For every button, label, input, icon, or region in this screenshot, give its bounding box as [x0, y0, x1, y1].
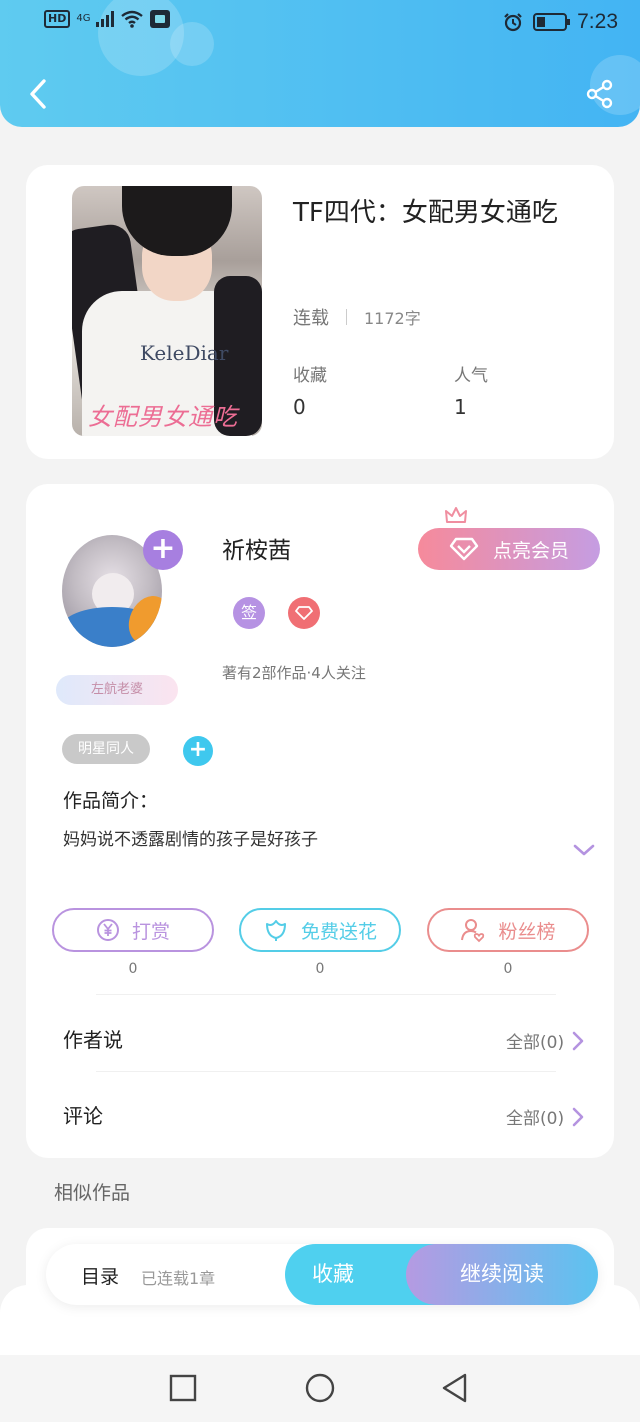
- system-nav-bar: [0, 1355, 640, 1422]
- book-title: TF四代：女配男女通吃: [293, 198, 558, 228]
- back-button[interactable]: [20, 74, 56, 114]
- app-notification-icon: [150, 10, 171, 28]
- chapter-info: 已连载1章: [141, 1269, 216, 1288]
- intro-label: 作品简介：: [63, 790, 159, 812]
- status-right: 7:23: [503, 10, 618, 34]
- book-cover[interactable]: KeleDiar 女配男女通吃: [72, 186, 262, 436]
- signed-badge: 签: [233, 597, 265, 629]
- table-of-contents-button[interactable]: 目录: [81, 1262, 119, 1289]
- comments-count: 全部(0): [506, 1109, 565, 1129]
- chevron-down-icon[interactable]: [572, 840, 596, 860]
- reward-count: 0: [128, 961, 138, 977]
- vip-button[interactable]: 点亮会员: [418, 528, 600, 570]
- cover-shirt-text: KeleDiar: [140, 341, 229, 365]
- chevron-right-icon: [572, 1031, 584, 1050]
- status-time: 7:23: [577, 10, 618, 33]
- add-tag-button[interactable]: +: [183, 736, 213, 766]
- divider: [96, 1071, 556, 1072]
- reward-button[interactable]: 打赏: [52, 908, 214, 952]
- avatar-tag: 左航老婆: [56, 675, 178, 705]
- top-header: HD 4G 7:23: [0, 0, 640, 127]
- battery-icon: [533, 13, 571, 31]
- yen-icon: [96, 919, 119, 941]
- word-count: 1172字: [364, 309, 421, 328]
- favorites-value: 0: [293, 395, 306, 419]
- wifi-icon: [121, 10, 144, 28]
- author-card: + 左航老婆 祈桉茜 点亮会员 签 著有2部作品·4人关注 明星同人 + 作品简…: [26, 484, 614, 1158]
- chevron-right-icon: [572, 1107, 584, 1126]
- comments-label[interactable]: 评论: [63, 1100, 103, 1129]
- popularity-label: 人气: [454, 366, 488, 386]
- comments-all-link[interactable]: 全部(0): [506, 1104, 584, 1129]
- share-icon: [586, 79, 613, 109]
- alarm-icon: [504, 13, 522, 32]
- diamond-icon: [449, 537, 479, 561]
- status-bar: HD 4G 7:23: [0, 0, 640, 44]
- send-flower-label: 免费送花: [300, 920, 377, 943]
- divider: [96, 994, 556, 995]
- book-meta: 连载 1172字: [293, 304, 421, 330]
- diamond-icon: [295, 606, 313, 620]
- favorites-label: 收藏: [293, 366, 327, 386]
- follow-author-button[interactable]: +: [143, 530, 183, 570]
- hd-badge: HD: [44, 10, 71, 28]
- status-left: HD 4G: [44, 10, 171, 28]
- cover-caption: 女配男女通吃: [88, 403, 238, 431]
- crown-icon: [445, 507, 467, 523]
- author-says-count: 全部(0): [506, 1033, 565, 1053]
- recent-apps-icon[interactable]: [166, 1371, 200, 1405]
- book-info-card: KeleDiar 女配男女通吃 TF四代：女配男女通吃 连载 1172字 收藏 …: [26, 165, 614, 459]
- genre-tag[interactable]: 明星同人: [62, 734, 150, 764]
- chevron-left-icon: [30, 79, 46, 109]
- intro-text: 妈妈说不透露剧情的孩子是好孩子: [63, 830, 318, 850]
- home-icon[interactable]: [303, 1371, 337, 1405]
- author-says-all-link[interactable]: 全部(0): [506, 1028, 584, 1053]
- diamond-badge: [288, 597, 320, 629]
- bottom-action-bar: 目录 已连载1章 收藏 继续阅读: [46, 1244, 598, 1305]
- continue-reading-button[interactable]: 继续阅读: [406, 1244, 598, 1305]
- flower-count: 0: [315, 961, 325, 977]
- cover-art: [122, 186, 232, 256]
- popularity-value: 1: [454, 395, 467, 419]
- send-flower-button[interactable]: 免费送花: [239, 908, 401, 952]
- fan-icon: [461, 919, 485, 943]
- network-type: 4G: [76, 13, 91, 24]
- meta-divider: [346, 309, 347, 325]
- book-status: 连载: [293, 308, 329, 329]
- author-stats: 著有2部作品·4人关注: [222, 664, 366, 682]
- vip-button-label: 点亮会员: [492, 539, 569, 562]
- author-says-label[interactable]: 作者说: [63, 1024, 123, 1053]
- author-name[interactable]: 祈桉茜: [222, 531, 291, 565]
- flower-icon: [265, 920, 286, 941]
- similar-works-title: 相似作品: [54, 1182, 131, 1204]
- back-nav-icon[interactable]: [438, 1371, 472, 1405]
- fan-ranking-label: 粉丝榜: [498, 920, 556, 943]
- reward-label: 打赏: [131, 920, 170, 943]
- signal-icon: [96, 11, 115, 27]
- share-button[interactable]: [582, 76, 618, 112]
- fan-count: 0: [503, 961, 513, 977]
- fan-ranking-button[interactable]: 粉丝榜: [427, 908, 589, 952]
